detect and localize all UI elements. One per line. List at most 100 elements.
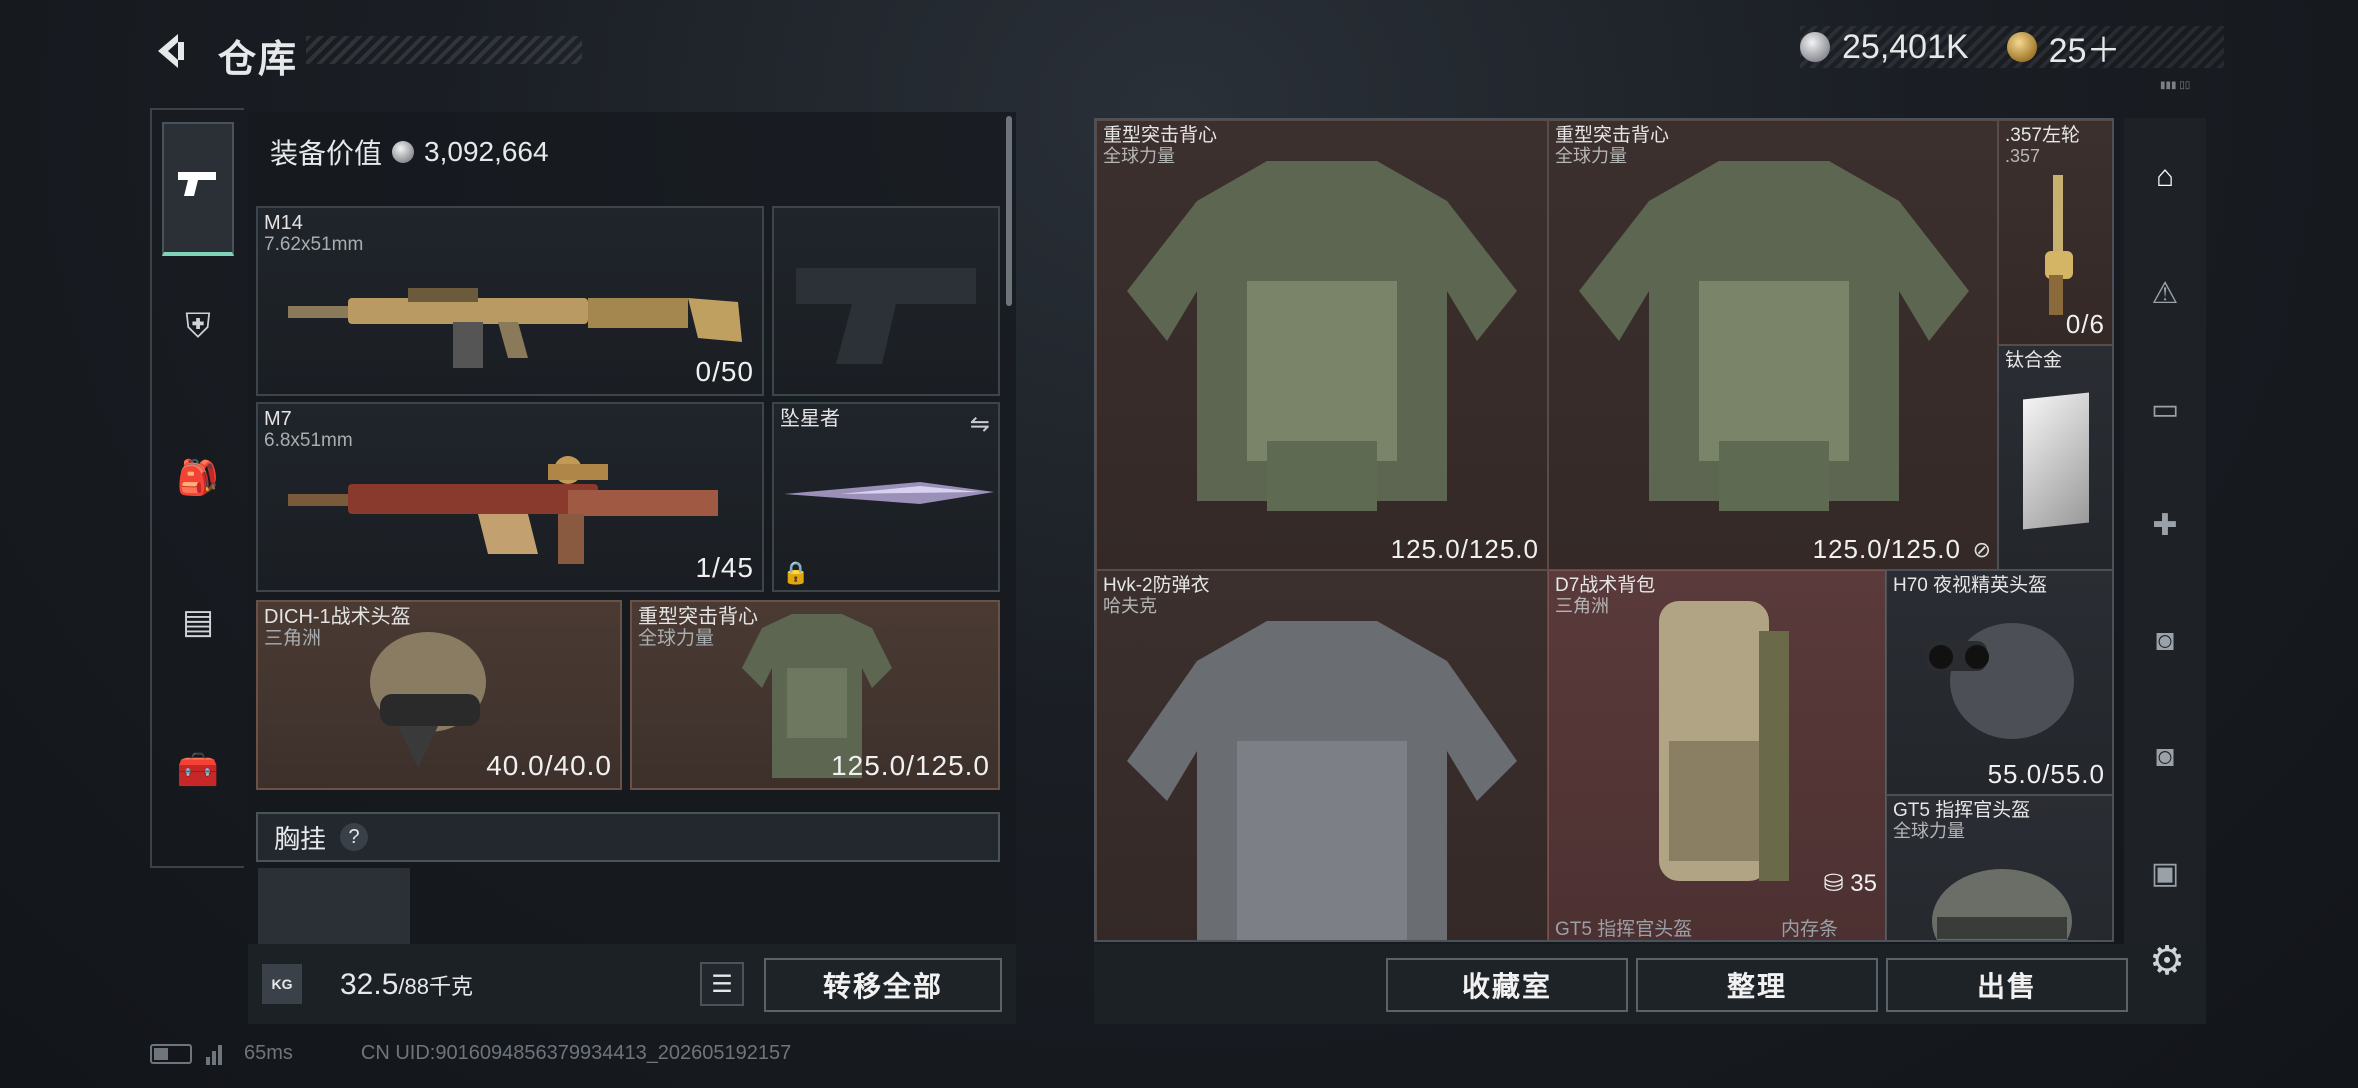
camera-icon: ◙ [2155,740,2175,773]
rifle-icon [288,288,742,368]
weapon-name: M7 [264,408,292,430]
capacity-count: 35 [1850,870,1877,897]
secondary-weapon-slot[interactable]: M7 6.8x51mm 1/45 [256,402,764,592]
transfer-all-button[interactable]: 转移全部 [764,958,1002,1012]
vest-icon [1127,161,1517,511]
currency-bar: 25,401K 25＋ [1800,26,2224,70]
night-vision-helmet-icon [1927,623,2074,739]
chest-rig-label: 胸挂 [274,823,327,854]
helmet-icon [1932,869,2072,940]
grid-item-d7-backpack[interactable]: D7战术背包 三角洲 ⛁ 35 [1548,570,1886,940]
signal-icon [206,1043,230,1065]
knife-icon [784,482,994,504]
durability: 40.0/40.0 [486,750,612,781]
durability: 125.0/125.0 [831,750,990,781]
armor-brand: 全球力量 [638,628,715,649]
vest-icon [1579,161,1969,511]
back-button[interactable] [148,28,194,74]
tab-storage-5[interactable]: ◙ [2138,614,2192,668]
pistol-icon [176,166,220,211]
weight-icon: KG [262,964,302,1004]
rifle-icon [288,456,718,564]
helmet-brand: 三角洲 [264,628,322,649]
backpack-icon [1659,601,1789,881]
grid-item-gt5-helmet[interactable]: GT5 指挥官头盔 全球力量 [1886,795,2112,940]
weapon-name: M14 [264,212,303,234]
collection-room-button[interactable]: 收藏室 [1386,958,1628,1012]
equipment-value: 装备价值 3,092,664 [270,132,549,172]
item-name: .357左轮 [2005,125,2080,146]
item-name: H70 夜视精英头盔 [1893,575,2048,596]
case-icon: ▤ [181,603,215,641]
swap-icon[interactable]: ⇋ [970,410,990,439]
helmet-slot[interactable]: DICH-1战术头盔 三角洲 40.0/40.0 [256,600,622,790]
item-name: 钛合金 [2005,350,2063,371]
ping-text: 65ms [244,1042,293,1064]
tab-storage-7[interactable]: ▣ [2138,846,2192,900]
rail-container[interactable]: ▤ [162,586,234,658]
list-icon: ☰ [711,970,733,998]
weight-current: 32.5 [340,968,399,1001]
warning-box-icon: ⚠ [2151,276,2179,310]
status-bar: 65ms CN UID:9016094856379934413_20260519… [150,1042,791,1065]
rail-weapons[interactable] [162,122,234,256]
capacity-icon: ⛁ [1823,870,1844,897]
vest-icon: ⛨ [185,306,211,345]
item-brand: 三角洲 [1555,596,1609,616]
storage-grid: 重型突击背心 全球力量 125.0/125.0 重型突击背心 全球力量 125.… [1094,118,2114,942]
item-brand: 全球力量 [1893,821,1965,841]
silver-coin-icon [392,141,415,163]
primary-weapon-slot[interactable]: M14 7.62x51mm 0/50 [256,206,764,396]
durability: 125.0/125.0 [1390,534,1539,564]
equip-value-label: 装备价值 [270,138,383,169]
box-icon: ▣ [2150,856,2180,890]
grid-item-gt5-partial[interactable]: GT5 指挥官头盔 [1548,908,1774,940]
ammo-count: 0/50 [695,356,754,387]
weight-readout: 32.5/88千克 [340,968,473,1002]
grid-item-memory-partial[interactable]: 内存条 [1774,908,1886,940]
silver-coin-icon [1800,32,1830,62]
gold-coin-icon [2006,32,2037,62]
chest-rig-header[interactable]: 胸挂 ? [256,812,1000,862]
grid-item-titanium[interactable]: 钛合金 [1998,345,2112,570]
ammo-count: 0/6 [2065,309,2105,339]
item-name: 内存条 [1781,919,1839,940]
gold-amount: 25＋ [2048,31,2121,70]
sort-button[interactable]: 整理 [1636,958,1878,1012]
uid-text: CN UID:9016094856379934413_202605192157 [360,1042,792,1064]
tab-main-storage[interactable]: ⌂ [2138,150,2192,204]
tab-storage-2[interactable]: ⚠ [2138,266,2192,320]
toolbox-icon: 🧰 [176,751,220,789]
weapon-caliber: 7.62x51mm [264,234,364,255]
help-icon[interactable]: ? [340,823,369,851]
tab-storage-3[interactable]: ▭ [2138,382,2192,436]
sell-button[interactable]: 出售 [1886,958,2128,1012]
list-view-button[interactable]: ☰ [700,962,744,1006]
sidearm-slot[interactable] [772,206,1000,396]
settings-gear-icon[interactable]: ⚙ [2144,938,2190,984]
grid-item-armor-a[interactable]: 重型突击背心 全球力量 125.0/125.0 [1096,120,1548,570]
grid-item-h70-helmet[interactable]: H70 夜视精英头盔 55.0/55.0 [1886,570,2112,795]
chest-rig-slot[interactable] [258,868,410,948]
durability: 55.0/55.0 [1987,759,2105,789]
helmet-icon [370,632,486,768]
melee-slot[interactable]: 坠星者 ⇋ 🔒 [772,402,1000,592]
tab-storage-4[interactable]: ✚ [2138,498,2192,552]
rail-toolbox[interactable]: 🧰 [162,734,234,806]
no-repair-icon: ⊘ [1972,537,1991,562]
silver-amount: 25,401K [1842,27,1969,66]
battery-icon [150,1043,192,1064]
loadout-scrollbar[interactable] [1006,116,1012,306]
lock-icon: 🔒 [782,560,810,585]
rail-rig[interactable]: ⛨ [162,290,234,362]
pistol-silhouette-icon [796,268,976,364]
help-glyph: ? [348,825,360,848]
grid-item-hvk2[interactable]: Hvk-2防弹衣 哈夫克 [1096,570,1548,940]
ammo-count: 1/45 [695,552,754,583]
grid-item-armor-b[interactable]: 重型突击背心 全球力量 125.0/125.0 ⊘ [1548,120,1998,570]
tab-storage-6[interactable]: ◙ [2138,730,2192,784]
grid-item-revolver[interactable]: .357左轮 .357 0/6 [1998,120,2112,345]
rail-backpack[interactable]: 🎒 [162,442,234,514]
category-rail: ⛨ 🎒 ▤ 🧰 [150,108,244,868]
armor-slot[interactable]: 重型突击背心 全球力量 125.0/125.0 [630,600,1000,790]
